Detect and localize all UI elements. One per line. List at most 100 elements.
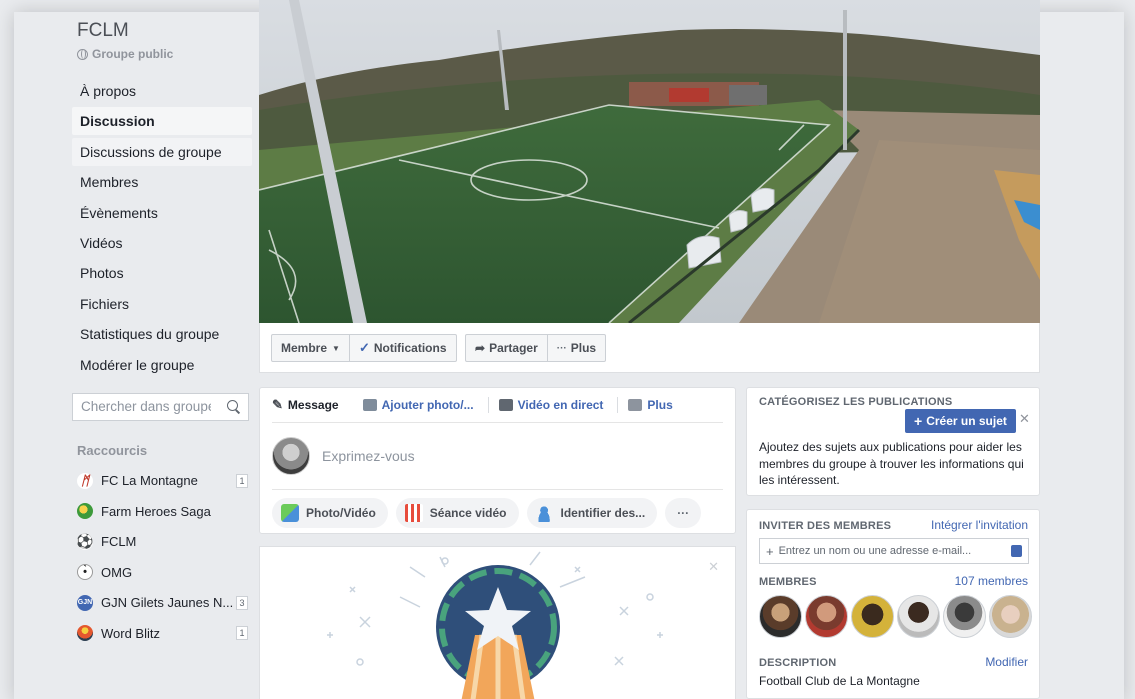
create-topic-button[interactable]: + Créer un sujet <box>905 409 1016 433</box>
member-avatar[interactable] <box>851 595 894 638</box>
chip-seance-video-label: Séance vidéo <box>429 506 507 520</box>
tab-plus[interactable]: Plus <box>628 397 686 413</box>
search-icon[interactable] <box>227 400 240 413</box>
shortcut-omg[interactable]: •̀ OMG <box>72 557 252 588</box>
group-search-input[interactable] <box>81 399 211 415</box>
video-camera-icon <box>498 399 513 411</box>
invite-input[interactable] <box>778 545 999 557</box>
group-name[interactable]: FCLM <box>77 20 252 42</box>
nav-item-discussion[interactable]: Discussion <box>72 107 252 136</box>
nav-item-moderer[interactable]: Modérer le groupe <box>72 351 252 379</box>
left-sidebar: FCLM Groupe public À propos Discussion D… <box>72 20 252 649</box>
notifications-button[interactable]: ✓ Notifications <box>348 335 456 361</box>
group-search[interactable] <box>72 392 249 421</box>
group-nav: À propos Discussion Discussions de group… <box>72 77 252 379</box>
popcorn-icon <box>404 504 423 522</box>
partager-label: Partager <box>489 341 538 355</box>
shortcut-label: GJN Gilets Jaunes N... <box>101 595 234 611</box>
nav-item-statistiques[interactable]: Statistiques du groupe <box>72 320 252 348</box>
globe-icon <box>77 48 88 60</box>
tab-live-video-label: Vidéo en direct <box>517 398 604 412</box>
member-avatars <box>759 595 1032 638</box>
close-icon[interactable]: ✕ <box>708 559 719 575</box>
contact-card-icon[interactable] <box>1011 545 1022 557</box>
nav-item-evenements[interactable]: Évènements <box>72 199 252 227</box>
member-avatar[interactable] <box>989 595 1032 638</box>
nav-item-fichiers[interactable]: Fichiers <box>72 290 252 318</box>
tab-add-photo[interactable]: Ajouter photo/... <box>362 397 489 413</box>
chip-more[interactable]: ··· <box>665 498 702 528</box>
composer-chips: Photo/Vidéo Séance vidéo Identifier des.… <box>260 490 735 536</box>
nav-item-a-propos[interactable]: À propos <box>72 77 252 105</box>
soccer-ball-icon: ⚽ <box>76 533 94 550</box>
shortcut-badge: 1 <box>236 473 248 488</box>
caret-down-icon: ▼ <box>332 343 340 353</box>
members-title: MEMBRES <box>759 576 817 588</box>
composer-input[interactable] <box>322 448 622 464</box>
plus-button[interactable]: ··· Plus <box>546 335 605 361</box>
tab-message[interactable]: ✎ Message <box>272 397 353 413</box>
cover-photo[interactable] <box>259 0 1040 323</box>
nav-item-photos[interactable]: Photos <box>72 259 252 287</box>
nav-item-discussions-de-groupe[interactable]: Discussions de groupe <box>72 137 252 166</box>
omg-icon: •̀ <box>77 564 93 581</box>
shortcut-gjn[interactable]: GJN GJN Gilets Jaunes N... 3 <box>72 588 252 619</box>
embed-invite-link[interactable]: Intégrer l'invitation <box>931 518 1028 532</box>
tab-live-video[interactable]: Vidéo en direct <box>498 397 619 413</box>
share-arrow-icon: ➦ <box>475 341 486 355</box>
member-avatar[interactable] <box>759 595 802 638</box>
pencil-icon: ✎ <box>272 397 283 412</box>
chip-photo-video[interactable]: Photo/Vidéo <box>272 498 388 528</box>
description-title: DESCRIPTION <box>759 657 837 669</box>
shortcut-word-blitz[interactable]: Word Blitz 1 <box>72 618 252 649</box>
photo-video-icon <box>281 504 299 522</box>
shortcut-fclm[interactable]: ⚽ FCLM <box>72 527 252 558</box>
chip-seance-video[interactable]: Séance vidéo <box>395 498 519 528</box>
shortcut-badge: 3 <box>236 595 248 610</box>
share-button-group: ➦ Partager ··· Plus <box>465 334 607 362</box>
chip-photo-video-label: Photo/Vidéo <box>306 506 376 520</box>
shortcut-farm-heroes-saga[interactable]: Farm Heroes Saga <box>72 496 252 527</box>
nav-item-videos[interactable]: Vidéos <box>72 229 252 257</box>
welcome-card: ✕ <box>259 546 736 699</box>
tag-person-icon <box>535 504 554 522</box>
fclm-logo-icon: ᛗ <box>77 472 93 489</box>
categorize-text: Ajoutez des sujets aux publications pour… <box>759 440 1024 487</box>
invite-input-box[interactable]: + <box>759 538 1029 564</box>
plus-label: Plus <box>570 341 597 355</box>
membre-label: Membre <box>281 341 328 355</box>
plus-icon: + <box>914 413 923 429</box>
invite-title: INVITER DES MEMBRES <box>759 520 892 532</box>
invite-members-card: INVITER DES MEMBRES Intégrer l'invitatio… <box>746 509 1040 699</box>
member-avatar[interactable] <box>943 595 986 638</box>
shortcut-label: Word Blitz <box>101 625 160 641</box>
edit-description-link[interactable]: Modifier <box>985 655 1028 669</box>
group-privacy: Groupe public <box>77 47 252 61</box>
shortcuts-title: Raccourcis <box>77 442 148 458</box>
shortcuts-list: ᛗ FC La Montagne 1 Farm Heroes Saga ⚽ FC… <box>72 466 252 649</box>
nav-item-membres[interactable]: Membres <box>72 168 252 196</box>
membre-button[interactable]: Membre ▼ <box>272 335 349 361</box>
dismiss-icon[interactable]: ✕ <box>1019 411 1030 427</box>
shortcut-label: FC La Montagne <box>101 473 198 489</box>
gjn-icon: GJN <box>77 594 93 611</box>
composer-input-row <box>272 423 723 490</box>
shortcut-label: Farm Heroes Saga <box>101 503 211 519</box>
member-avatar[interactable] <box>805 595 848 638</box>
photo-icon <box>362 399 377 411</box>
star-illustration <box>327 551 663 699</box>
notifications-label: Notifications <box>373 341 447 355</box>
shortcut-label: OMG <box>101 564 133 580</box>
partager-button[interactable]: ➦ Partager <box>466 335 547 361</box>
add-icon: + <box>766 543 774 559</box>
categorize-card: CATÉGORISEZ LES PUBLICATIONS + Créer un … <box>746 387 1040 496</box>
shortcut-fc-la-montagne[interactable]: ᛗ FC La Montagne 1 <box>72 466 252 497</box>
members-count-link[interactable]: 107 membres <box>955 574 1028 588</box>
chip-tag-people[interactable]: Identifier des... <box>526 498 658 528</box>
tab-add-photo-label: Ajouter photo/... <box>381 398 474 412</box>
word-blitz-icon <box>77 625 93 642</box>
more-grid-icon <box>628 399 643 411</box>
member-avatar[interactable] <box>897 595 940 638</box>
user-avatar[interactable] <box>272 437 310 475</box>
shortcut-label: FCLM <box>101 534 137 550</box>
